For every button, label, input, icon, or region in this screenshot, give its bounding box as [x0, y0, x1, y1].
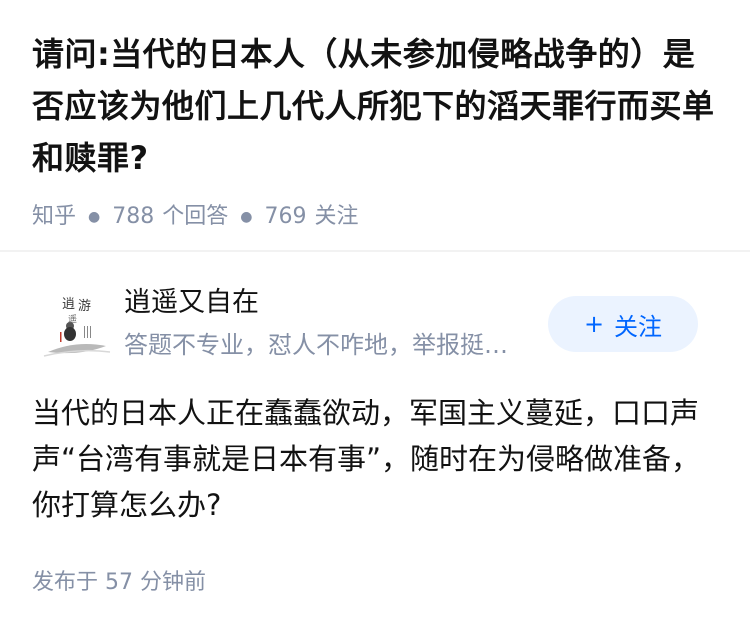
question-header: 请问:当代的日本人（从未参加侵略战争的）是否应该为他们上几代人所犯下的滔天罪行而…	[32, 28, 722, 232]
avatar-image: 逍 游 遥	[40, 286, 112, 358]
separator-dot: ●	[88, 209, 101, 225]
published-value: 57 分钟前	[105, 570, 207, 595]
avatar-char-2: 游	[78, 299, 91, 314]
answer-text[interactable]: 当代的日本人正在蠢蠢欲动，军国主义蔓延，口口声声“台湾有事就是日本有事”，随时在…	[32, 390, 722, 528]
follow-count-label: 关注	[314, 204, 359, 229]
separator-dot: ●	[240, 209, 253, 225]
answer-count[interactable]: 788	[112, 202, 154, 232]
answer-count-label[interactable]: 个回答	[162, 202, 228, 232]
publish-time: 发布于 57 分钟前	[32, 568, 206, 598]
author-name[interactable]: 逍遥又自在	[124, 284, 259, 322]
question-meta: 知乎 ● 788 个回答 ● 769 关注	[32, 202, 722, 232]
avatar-char-1: 逍	[62, 297, 75, 312]
source-label[interactable]: 知乎	[32, 202, 76, 232]
author-row: 逍 游 遥 逍遥又自在 答题不专业，怼人不咋地，举报挺… + 关注	[32, 282, 718, 362]
plus-icon: +	[583, 310, 605, 338]
follow-button-label: 关注	[614, 312, 663, 341]
avatar[interactable]: 逍 游 遥	[40, 286, 112, 358]
section-divider	[0, 250, 750, 252]
question-title[interactable]: 请问:当代的日本人（从未参加侵略战争的）是否应该为他们上几代人所犯下的滔天罪行而…	[32, 28, 722, 184]
follow-button[interactable]: + 关注	[548, 296, 698, 352]
author-bio: 答题不专业，怼人不咋地，举报挺…	[124, 331, 508, 359]
page: 请问:当代的日本人（从未参加侵略战争的）是否应该为他们上几代人所犯下的滔天罪行而…	[0, 0, 750, 636]
follow-count: 769	[264, 204, 307, 229]
published-label: 发布于	[32, 570, 99, 595]
